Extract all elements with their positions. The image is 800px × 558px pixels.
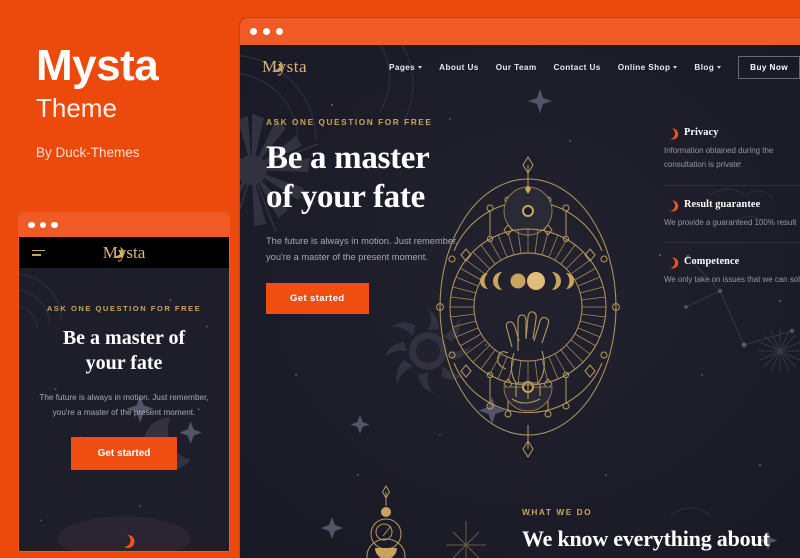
nav-item-about-us-label: About Us [439, 62, 479, 72]
mobile-site-logo-text: Mysta [102, 242, 146, 262]
promo-title: Mysta [36, 41, 159, 90]
nav-item-pages-label: Pages [389, 62, 416, 72]
window-dot-close[interactable] [28, 221, 35, 229]
feature-text: We only take on issues that we can solve [664, 275, 800, 285]
window-dot-maximize[interactable] [276, 28, 283, 35]
promo-block: Mysta Theme By Duck-Themes [36, 44, 236, 160]
mobile-hero-section: ASK ONE QUESTION FOR FREE Be a master of… [19, 268, 229, 471]
chevron-down-icon [717, 65, 722, 69]
browser-titlebar [240, 18, 800, 45]
desktop-site-viewport: Mysta Pages About Us Our Team Contact Us [240, 45, 800, 558]
nav-item-our-team-label: Our Team [495, 62, 537, 72]
site-logo[interactable]: Mysta [262, 57, 307, 77]
nav-item-blog[interactable]: Blog [694, 62, 722, 72]
mobile-get-started-button[interactable]: Get started [70, 437, 178, 471]
feature-title: Competence [684, 256, 740, 268]
site-navbar: Mysta Pages About Us Our Team Contact Us [240, 45, 800, 89]
crescent-moon-icon [664, 200, 675, 211]
feature-item-privacy: Privacy Information obtained during the … [664, 127, 800, 185]
mobile-crescent-moon-icon [118, 534, 131, 547]
mobile-hero-eyebrow: ASK ONE QUESTION FOR FREE [46, 304, 202, 313]
mobile-site-viewport: ASK ONE QUESTION FOR FREE Be a master of… [19, 268, 229, 551]
feature-text: We provide a guaranteed 100% result [664, 217, 797, 227]
mobile-titlebar [19, 213, 229, 237]
mobile-preview-window: Mysta ASK ONE QUESTION FOR FREE Be a mas… [18, 212, 230, 552]
mobile-site-logo[interactable]: Mysta [19, 243, 229, 263]
feature-list: Privacy Information obtained during the … [664, 127, 800, 300]
window-dot-minimize[interactable] [263, 28, 270, 35]
hero-heading-line2: of your fate [266, 178, 425, 215]
window-dot-close[interactable] [250, 28, 257, 35]
nav-item-blog-label: Blog [694, 62, 715, 72]
hero-section: ASK ONE QUESTION FOR FREE Be a master of… [240, 89, 496, 315]
feature-title: Privacy [684, 127, 719, 138]
mobile-hero-lead-text: The future is always in motion. Just rem… [39, 393, 209, 418]
chevron-down-icon [418, 65, 423, 69]
buy-now-button[interactable]: Buy Now [738, 55, 800, 79]
what-we-do-section: WHAT WE DO We know everything about [522, 507, 800, 552]
logo-moon-icon [269, 59, 280, 70]
nav-item-contact-us-label: Contact Us [553, 62, 601, 72]
desktop-browser-window: Mysta Pages About Us Our Team Contact Us [240, 18, 800, 558]
chevron-down-icon [673, 65, 678, 69]
mobile-hero-heading-line1: Be a master of [62, 327, 186, 349]
hero-heading: Be a master of your fate [266, 139, 496, 217]
what-we-do-heading: We know everything about [522, 526, 770, 551]
nav-item-online-shop[interactable]: Online Shop [618, 63, 678, 72]
hero-heading-line1: Be a master [266, 140, 430, 176]
crescent-moon-icon [664, 128, 675, 139]
feature-item-competence: Competence We only take on issues that w… [664, 242, 800, 300]
nav-item-contact-us[interactable]: Contact Us [554, 63, 601, 72]
window-dot-maximize[interactable] [51, 221, 58, 229]
nav-item-about-us[interactable]: About Us [439, 63, 479, 72]
nav-item-online-shop-label: Online Shop [617, 62, 671, 72]
nav-item-our-team[interactable]: Our Team [496, 63, 537, 72]
mobile-hero-heading: Be a master of your fate [33, 326, 215, 376]
promo-subtitle: Theme [36, 93, 117, 123]
crescent-moon-icon [664, 257, 675, 268]
window-dot-minimize[interactable] [39, 221, 46, 229]
mobile-navbar: Mysta [19, 237, 229, 268]
hero-lead-text: The future is always in motion. Just rem… [266, 235, 459, 263]
hero-eyebrow: ASK ONE QUESTION FOR FREE [266, 117, 433, 127]
mobile-hero-heading-line2: your fate [85, 352, 163, 374]
nav-item-pages[interactable]: Pages [389, 62, 423, 72]
screenshot-root: Mysta Theme By Duck-Themes Mysta Pages A… [0, 0, 800, 558]
feature-item-result-guarantee: Result guarantee We provide a guaranteed… [664, 184, 800, 243]
nav-links: Pages About Us Our Team Contact Us Onlin… [389, 55, 800, 79]
what-we-do-eyebrow: WHAT WE DO [522, 507, 593, 517]
feature-title: Result guarantee [684, 198, 761, 210]
promo-author: By Duck-Themes [36, 144, 140, 160]
feature-text: Information obtained during the consulta… [664, 146, 774, 169]
get-started-button[interactable]: Get started [266, 283, 369, 315]
